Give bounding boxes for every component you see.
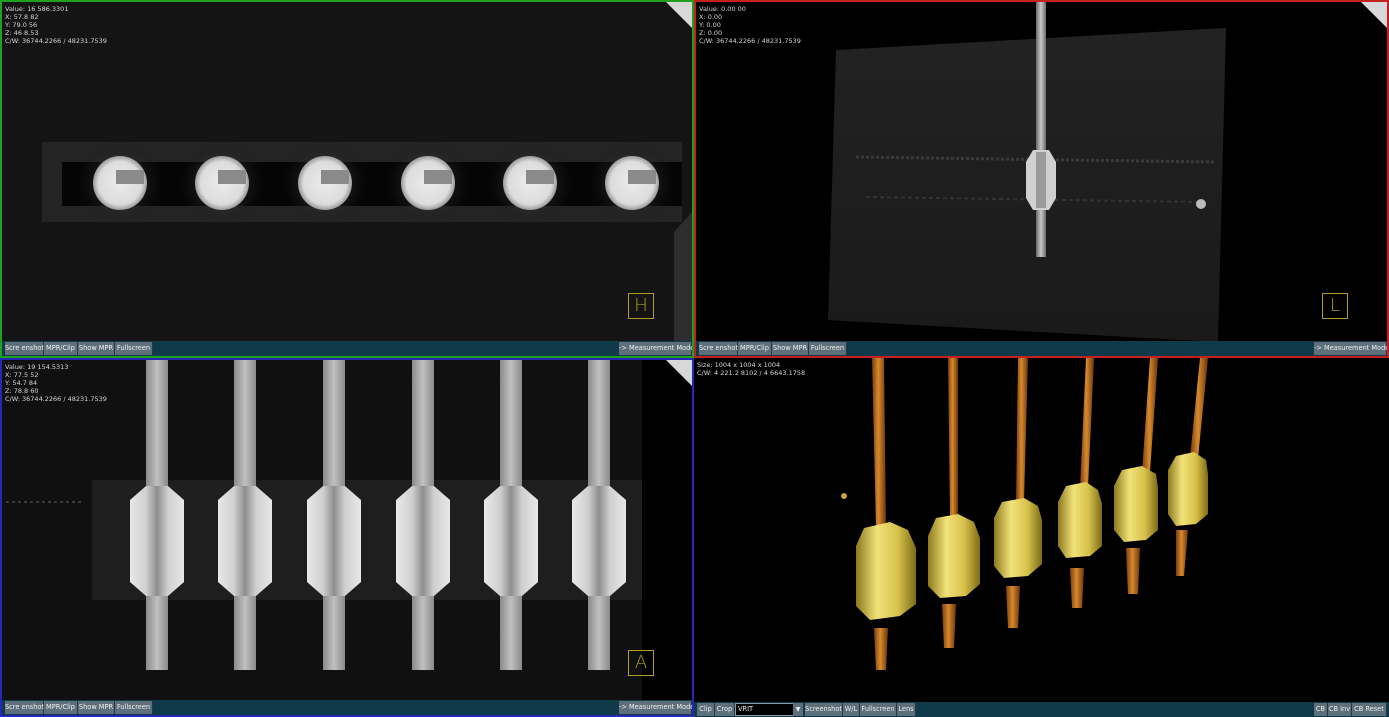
- viewport-coronal[interactable]: Value: 19 154.5313 X: 77.5 52 Y: 54.7 84…: [0, 358, 694, 717]
- mpr-clip-button[interactable]: MPR/Clip: [44, 701, 78, 714]
- measurement-mode-button[interactable]: -> Measurement Mode: [619, 701, 692, 714]
- measurement-mode-button[interactable]: -> Measurement Mode: [619, 342, 692, 355]
- axial-y: Y: 79.0 56: [5, 21, 38, 29]
- viewport-volume-render[interactable]: Size: 1004 x 1004 x 1004 C/W: 4 221.2 81…: [694, 358, 1389, 717]
- orientation-marker: A: [628, 650, 654, 676]
- coronal-z: Z: 78.8 60: [5, 387, 39, 395]
- volume-render-image[interactable]: [694, 358, 1389, 717]
- fullscreen-button[interactable]: Fullscreen: [809, 342, 847, 355]
- crop-button[interactable]: Crop: [715, 703, 735, 716]
- axial-value: Value: 16 586.3301: [5, 5, 69, 13]
- axial-cw: C/W: 36744.2266 / 48231.7539: [5, 37, 107, 45]
- screenshot-button[interactable]: Screenshot: [805, 703, 843, 716]
- screenshot-button[interactable]: Scre enshot: [699, 342, 738, 355]
- render-mode-select[interactable]: VRIT: [735, 703, 794, 716]
- fullscreen-button[interactable]: Fullscreen: [860, 703, 897, 716]
- page-fold-icon[interactable]: [666, 2, 692, 28]
- coronal-x: X: 77.5 52: [5, 371, 39, 379]
- orientation-marker: L: [1322, 293, 1348, 319]
- coronal-cw: C/W: 36744.2266 / 48231.7539: [5, 395, 107, 403]
- fullscreen-button[interactable]: Fullscreen: [115, 701, 153, 714]
- screenshot-button[interactable]: Scre enshot: [5, 342, 44, 355]
- measurement-mode-button[interactable]: -> Measurement Mode: [1314, 342, 1387, 355]
- sagittal-info-overlay: Value: 0.00 00 X: 0.00 Y: 0.00 Z: 0.00 C…: [699, 5, 801, 45]
- sagittal-z: Z: 0.00: [699, 29, 723, 37]
- window-level-button[interactable]: W/L: [843, 703, 860, 716]
- coronal-slice-image[interactable]: [2, 360, 692, 715]
- sagittal-x: X: 0.00: [699, 13, 723, 21]
- sagittal-cw: C/W: 36744.2266 / 48231.7539: [699, 37, 801, 45]
- cb-reset-button[interactable]: CB Reset: [1352, 703, 1387, 716]
- axial-slice-image[interactable]: [2, 2, 692, 356]
- coronal-value: Value: 19 154.5313: [5, 363, 69, 371]
- cb-button[interactable]: CB: [1314, 703, 1328, 716]
- coronal-y: Y: 54.7 84: [5, 379, 38, 387]
- show-mpr-button[interactable]: Show MPR: [772, 342, 809, 355]
- mpr-clip-button[interactable]: MPR/Clip: [738, 342, 772, 355]
- screenshot-button[interactable]: Scre enshot: [5, 701, 44, 714]
- coronal-info-overlay: Value: 19 154.5313 X: 77.5 52 Y: 54.7 84…: [5, 363, 107, 403]
- lens-button[interactable]: Lens: [897, 703, 916, 716]
- cb-inv-button[interactable]: CB Inv: [1328, 703, 1352, 716]
- volume-cw: C/W: 4 221.2 8102 / 4 6643.1758: [697, 369, 806, 377]
- axial-toolbar: Scre enshot MPR/Clip Show MPR Fullscreen…: [2, 341, 692, 356]
- sagittal-toolbar: Scre enshot MPR/Clip Show MPR Fullscreen…: [696, 341, 1387, 356]
- mpr-clip-button[interactable]: MPR/Clip: [44, 342, 78, 355]
- show-mpr-button[interactable]: Show MPR: [78, 701, 115, 714]
- sagittal-slice-image[interactable]: [696, 2, 1387, 356]
- viewport-sagittal[interactable]: Value: 0.00 00 X: 0.00 Y: 0.00 Z: 0.00 C…: [694, 0, 1389, 358]
- show-mpr-button[interactable]: Show MPR: [78, 342, 115, 355]
- axial-x: X: 57.8 82: [5, 13, 39, 21]
- coronal-toolbar: Scre enshot MPR/Clip Show MPR Fullscreen…: [2, 700, 692, 715]
- orientation-marker: H: [628, 293, 654, 319]
- page-fold-icon[interactable]: [666, 360, 692, 386]
- page-fold-icon[interactable]: [1361, 2, 1387, 28]
- sagittal-y: Y: 0.00: [699, 21, 721, 29]
- viewport-axial[interactable]: Value: 16 586.3301 X: 57.8 82 Y: 79.0 56…: [0, 0, 694, 358]
- volume-size: Size: 1004 x 1004 x 1004: [697, 361, 781, 369]
- clip-button[interactable]: Clip: [697, 703, 715, 716]
- volume-info-overlay: Size: 1004 x 1004 x 1004 C/W: 4 221.2 81…: [697, 361, 805, 377]
- axial-z: Z: 46 8.53: [5, 29, 39, 37]
- sagittal-value: Value: 0.00 00: [699, 5, 746, 13]
- fullscreen-button[interactable]: Fullscreen: [115, 342, 153, 355]
- volume-toolbar: Clip Crop VRIT ▼ Screenshot W/L Fullscre…: [694, 702, 1389, 717]
- chevron-down-icon[interactable]: ▼: [793, 703, 803, 716]
- axial-info-overlay: Value: 16 586.3301 X: 57.8 82 Y: 79.0 56…: [5, 5, 107, 45]
